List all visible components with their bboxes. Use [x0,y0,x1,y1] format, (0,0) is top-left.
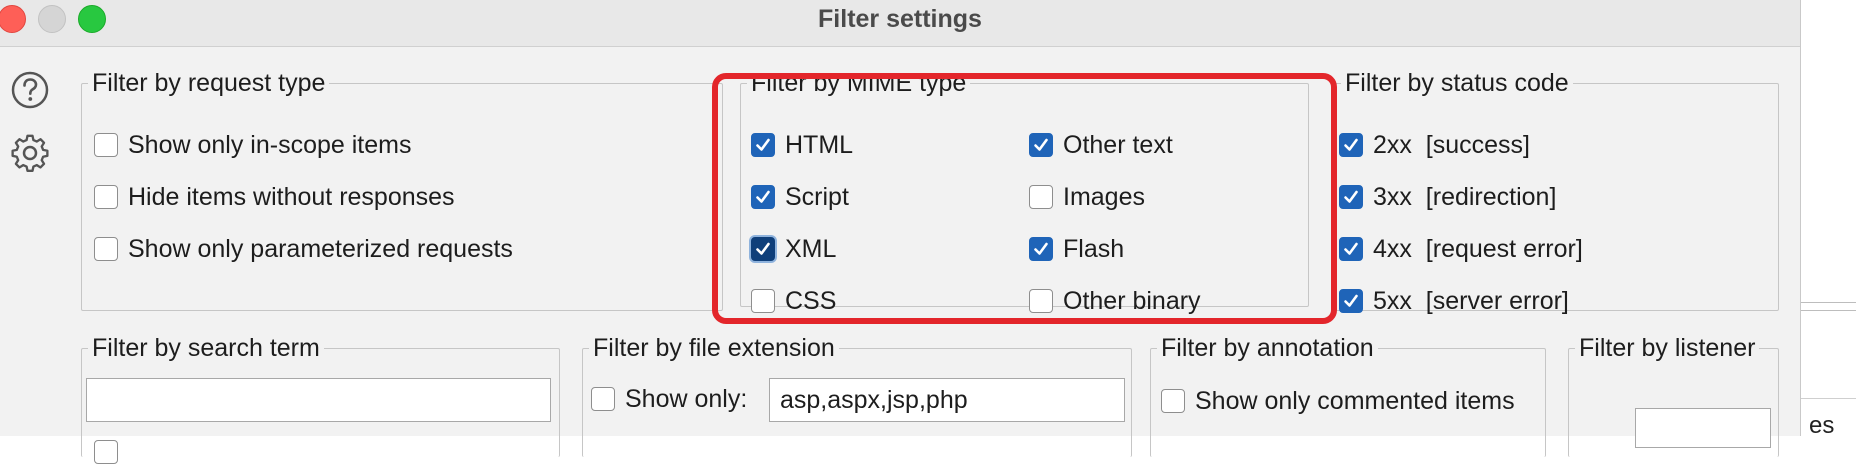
background-window: es [1801,0,1856,439]
mime-type-panel: Filter by MIME type HTML Script XML CSS … [740,69,1309,315]
mime-flash-option[interactable]: Flash [1029,234,1124,264]
mime-xml-option[interactable]: XML [751,234,836,264]
commented-items-checkbox[interactable] [1161,389,1185,413]
listener-panel: Filter by listener [1568,336,1779,457]
status-4xx-checkbox[interactable] [1339,237,1363,261]
help-icon[interactable] [10,70,50,110]
show-only-checkbox[interactable] [591,387,615,411]
mime-other-text-label: Other text [1063,130,1173,159]
window-title: Filter settings [818,5,982,33]
hide-no-response-label: Hide items without responses [128,182,455,211]
status-2xx-label: 2xx [success] [1373,130,1530,159]
annotation-legend: Filter by annotation [1161,334,1374,362]
parameterized-checkbox[interactable] [94,237,118,261]
search-term-input[interactable] [86,378,551,422]
mime-xml-checkbox[interactable] [751,237,775,261]
commented-items-option[interactable]: Show only commented items [1161,386,1515,416]
parameterized-label: Show only parameterized requests [128,234,513,263]
status-5xx-checkbox[interactable] [1339,289,1363,313]
mime-html-label: HTML [785,130,854,159]
file-extension-input[interactable]: asp,aspx,jsp,php [769,378,1125,422]
hide-no-response-checkbox[interactable] [94,185,118,209]
mime-flash-checkbox[interactable] [1029,237,1053,261]
search-term-legend: Filter by search term [92,334,320,362]
mime-other-binary-checkbox[interactable] [1029,289,1053,313]
show-only-option[interactable]: Show only: [591,384,747,414]
status-2xx-checkbox[interactable] [1339,133,1363,157]
mime-xml-label: XML [785,234,837,263]
commented-items-label: Show only commented items [1195,386,1515,415]
background-divider [1801,302,1856,303]
mime-type-legend: Filter by MIME type [751,69,967,97]
status-code-legend: Filter by status code [1345,69,1569,97]
file-extension-panel: Filter by file extension Show only: asp,… [582,336,1132,457]
mime-html-option[interactable]: HTML [751,130,853,160]
background-divider [1801,310,1856,311]
in-scope-option[interactable]: Show only in-scope items [94,130,411,160]
status-3xx-checkbox[interactable] [1339,185,1363,209]
search-term-option-checkbox[interactable] [94,440,118,464]
mime-images-option[interactable]: Images [1029,182,1145,212]
status-4xx-label: 4xx [request error] [1373,234,1583,263]
background-divider [1801,398,1856,399]
in-scope-checkbox[interactable] [94,133,118,157]
gear-icon[interactable] [10,133,50,173]
mime-images-checkbox[interactable] [1029,185,1053,209]
request-type-legend: Filter by request type [92,69,326,97]
status-3xx-label: 3xx [redirection] [1373,182,1557,211]
in-scope-label: Show only in-scope items [128,130,412,159]
status-5xx-label: 5xx [server error] [1373,286,1569,315]
mime-other-text-checkbox[interactable] [1029,133,1053,157]
mime-css-option[interactable]: CSS [751,286,836,316]
status-2xx-option[interactable]: 2xx [success] [1339,130,1530,160]
mime-css-label: CSS [785,286,837,315]
status-3xx-option[interactable]: 3xx [redirection] [1339,182,1556,212]
status-code-panel: Filter by status code 2xx [success] 3xx … [1334,69,1779,315]
annotation-panel: Filter by annotation Show only commented… [1150,336,1546,457]
mime-css-checkbox[interactable] [751,289,775,313]
filter-settings-window: Filter settings Filter by request type S… [0,0,1801,464]
listener-port-input[interactable] [1635,408,1771,448]
show-only-label: Show only: [625,384,748,413]
mime-images-label: Images [1063,182,1145,211]
mime-script-checkbox[interactable] [751,185,775,209]
parameterized-option[interactable]: Show only parameterized requests [94,234,513,264]
hide-no-response-option[interactable]: Hide items without responses [94,182,455,212]
status-4xx-option[interactable]: 4xx [request error] [1339,234,1583,264]
title-bar: Filter settings [0,0,1800,47]
mime-flash-label: Flash [1063,234,1125,263]
request-type-panel: Filter by request type Show only in-scop… [81,71,723,311]
status-5xx-option[interactable]: 5xx [server error] [1339,286,1569,316]
mime-other-text-option[interactable]: Other text [1029,130,1173,160]
mime-script-option[interactable]: Script [751,182,849,212]
search-term-panel: Filter by search term [81,334,560,464]
listener-legend: Filter by listener [1579,334,1756,362]
mime-other-binary-label: Other binary [1063,286,1201,315]
mime-other-binary-option[interactable]: Other binary [1029,286,1201,316]
mime-script-label: Script [785,182,849,211]
file-extension-legend: Filter by file extension [593,334,835,362]
mime-html-checkbox[interactable] [751,133,775,157]
